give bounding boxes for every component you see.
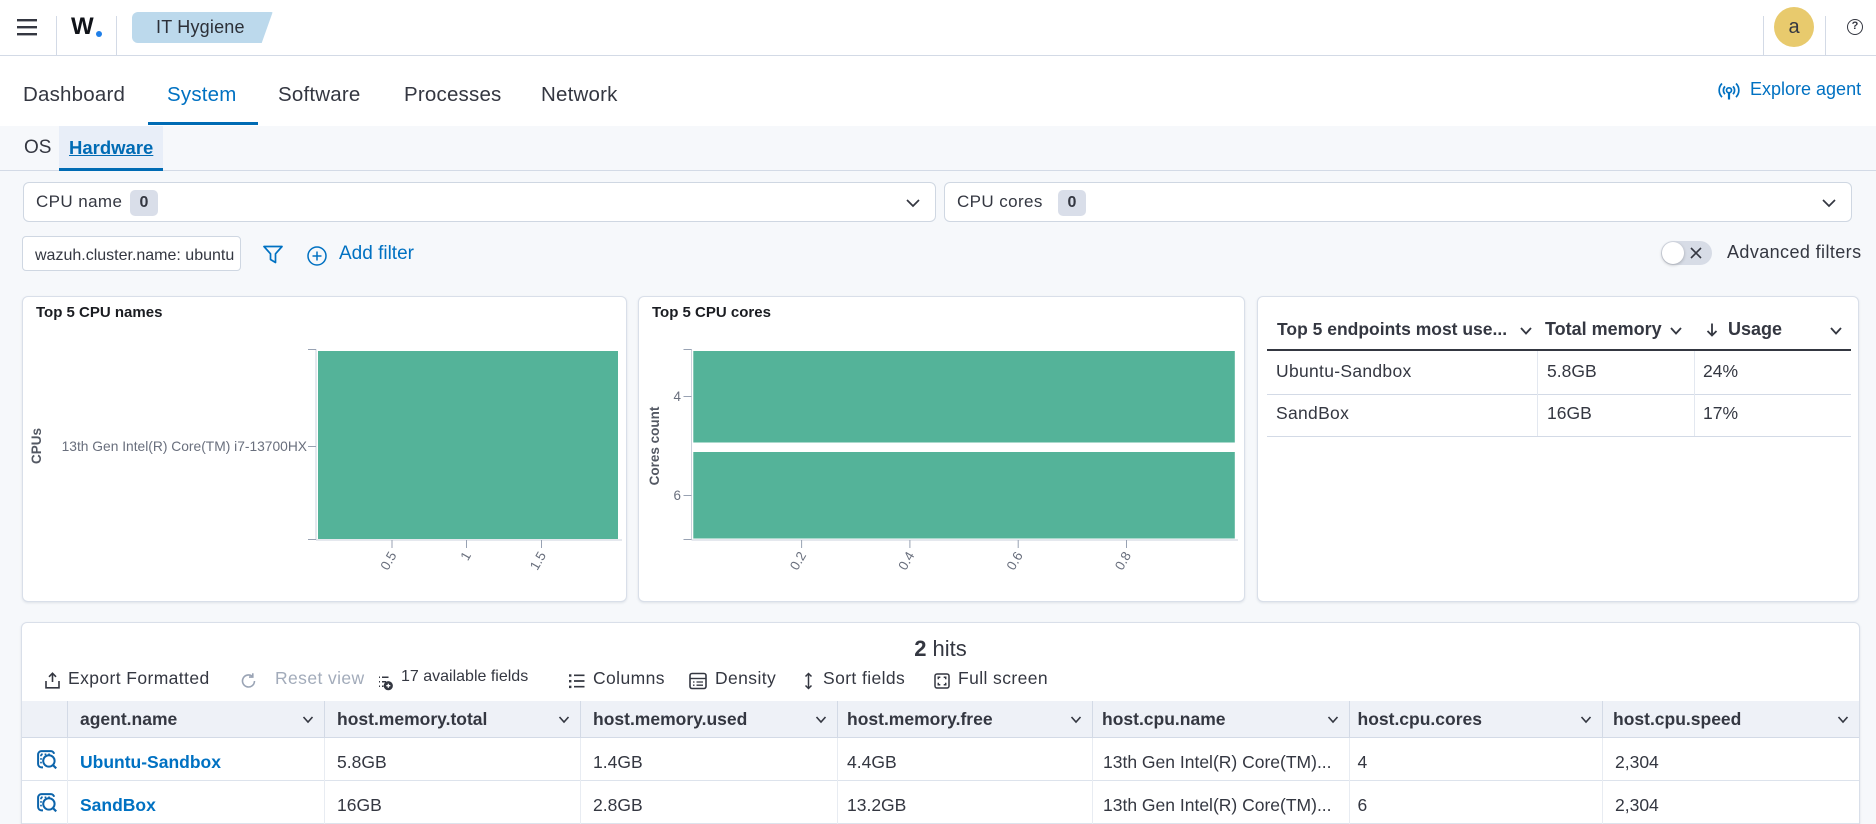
svg-text:1.5: 1.5 — [527, 549, 549, 573]
svg-text:CPUs: CPUs — [29, 428, 44, 464]
svg-text:0.8: 0.8 — [1112, 549, 1134, 573]
svg-text:Cores count: Cores count — [647, 406, 662, 485]
svg-text:0.5: 0.5 — [377, 549, 399, 573]
svg-text:4: 4 — [674, 389, 682, 404]
svg-text:0.4: 0.4 — [895, 549, 918, 573]
svg-text:13th Gen Intel(R) Core(TM) i7-: 13th Gen Intel(R) Core(TM) i7-13700HX — [62, 439, 307, 454]
svg-text:6: 6 — [674, 488, 681, 503]
svg-text:0.2: 0.2 — [787, 549, 809, 573]
svg-text:0.6: 0.6 — [1003, 549, 1025, 573]
svg-text:1: 1 — [457, 549, 474, 563]
